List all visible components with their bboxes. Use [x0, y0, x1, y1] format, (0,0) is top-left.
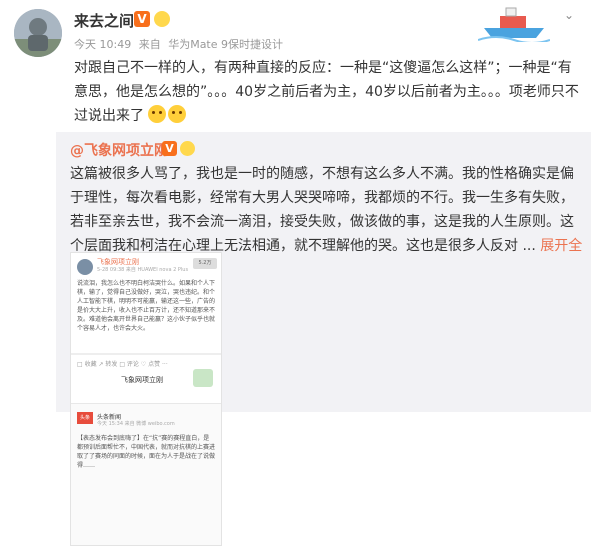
embed-sub: 5-28 09:38 来自 HUAWEI nova 2 Plus: [97, 267, 189, 273]
vip-badge-icon[interactable]: V: [134, 11, 150, 27]
embed-lower-card: 头条 头条新闻 今天 15:34 来自 微博 weibo.com 【表态发布会到…: [71, 403, 221, 545]
grimace-face-emoji: [168, 105, 187, 123]
source-prefix: 来自: [138, 38, 161, 51]
embed-pill: 5.2万: [193, 258, 217, 269]
chevron-down-icon[interactable]: ⌄: [562, 8, 576, 22]
embed-top-card: 飞象网项立刚 5-28 09:38 来自 HUAWEI nova 2 Plus …: [71, 253, 221, 403]
repost-emoji-badge-icon: [180, 141, 195, 156]
embed-text: 说流泪，我怎么也不明白柯洁哭什么。如果和个人下棋，输了，觉得自己没做好，哭泣，哭…: [77, 280, 216, 332]
username[interactable]: 来去之间: [74, 10, 134, 31]
embed-lower-text: 【表态发布会到底嗨了】在“抗”赛的赛程直白，是都预训后面帮忙不，中国代表，就而对…: [77, 435, 216, 469]
ship-decoration-icon: [478, 7, 550, 42]
embed-footer-icon: [193, 369, 213, 387]
repost-box[interactable]: @飞象网项立刚 V 这篇被很多人骂了，我也是一时的随感，不想有这么多人不满。我的…: [56, 132, 591, 546]
toutiao-logo-icon: 头条: [77, 412, 93, 424]
weibo-post: 来去之间 V 今天 10:49 来自 华为Mate 9保时捷设计 ⌄ 对跟自己不…: [0, 0, 591, 546]
embed-divider: [71, 353, 221, 355]
embed-lower-sub: 今天 15:34 来自 微博 weibo.com: [97, 421, 175, 427]
embed-footer-name: 飞象网项立刚: [121, 376, 163, 384]
user-avatar[interactable]: [14, 9, 62, 57]
timestamp[interactable]: 今天 10:49: [74, 38, 131, 51]
repost-body: 这篇被很多人骂了，我也是一时的随感，不想有这么多人不满。我的性格确实是偏于理性，…: [70, 166, 574, 254]
repost-vip-badge-icon: V: [162, 141, 177, 156]
post-text: 对跟自己不一样的人，有两种直接的反应：一种是“这傻逼怎么这样”；一种是“有意思，…: [74, 56, 579, 128]
post-meta: 今天 10:49 来自 华为Mate 9保时捷设计: [74, 36, 287, 52]
source-device[interactable]: 华为Mate 9保时捷设计: [168, 38, 283, 51]
repost-author[interactable]: @飞象网项立刚: [70, 140, 168, 160]
embed-toolbar: □ 收藏 ↗ 转发 □ 评论 ♡ 点赞 ···: [77, 361, 168, 368]
embedded-screenshot-image[interactable]: 飞象网项立刚 5-28 09:38 来自 HUAWEI nova 2 Plus …: [70, 252, 222, 546]
embed-avatar: [77, 259, 93, 275]
grimace-face-emoji: [148, 105, 167, 123]
embed-pill-text: 5.2万: [198, 260, 212, 266]
emoji-badge-icon: [154, 11, 170, 27]
